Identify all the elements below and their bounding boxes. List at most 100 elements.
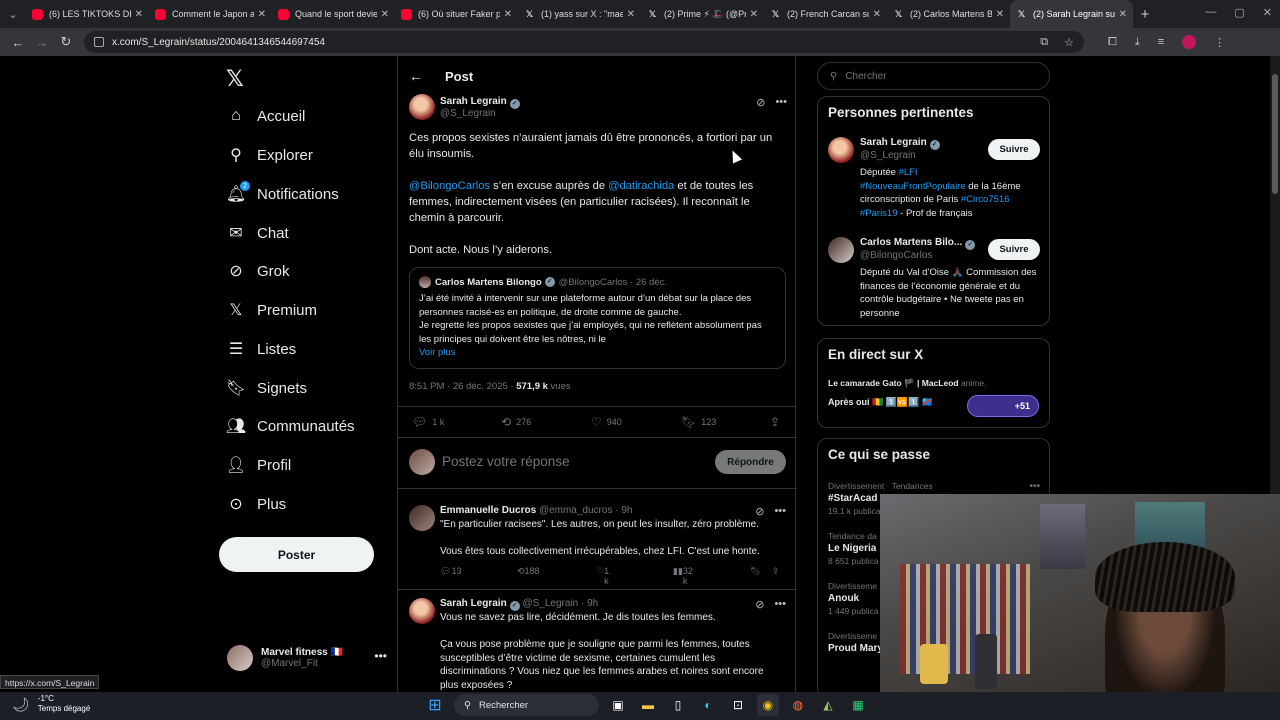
install-icon[interactable]: ⧉ [1040,36,1048,49]
repost-button[interactable]: ⟲ 188 [517,566,540,577]
reply-button[interactable]: 💬︎ 13 [440,566,461,577]
menu-icon[interactable]: ⋮ [1214,36,1225,49]
person-name[interactable]: Sarah Legrain [860,137,927,148]
hashtag-link[interactable]: #Paris19 [860,208,898,219]
media-icon[interactable]: ≡ [1158,36,1164,48]
edge-icon[interactable]: ◐ [697,694,719,716]
avatar[interactable] [409,505,435,531]
browser-tab[interactable]: 𝕏 (2) Carlos Martens Bi ✕ [887,0,1010,28]
repost-button[interactable]: ⟲ 276 [501,415,531,429]
store-icon[interactable]: ⊡ [727,694,749,716]
new-tab-button[interactable]: + [1133,6,1157,23]
nav-item-premium[interactable]: 𝕏 Premium [227,295,317,325]
bookmark-button[interactable]: 🔖︎ 123 [681,415,716,429]
avatar[interactable] [828,137,854,163]
reply-author-name[interactable]: Emmanuelle Ducros [440,505,536,516]
extensions-icon[interactable]: ⧠ [1108,36,1117,49]
person-suggestion[interactable]: Carlos Martens Bilo... ✓ @BilongoCarlos S… [828,237,1040,322]
star-icon[interactable]: ☆ [1064,36,1074,49]
hashtag-link[interactable]: #LFI [899,167,918,178]
hashtag-link[interactable]: #Circo7516 [961,194,1010,205]
live-card[interactable]: En direct sur X Le camarade Gato 🏴 | Mac… [817,338,1050,428]
file-explorer-icon[interactable]: ▬ [637,694,659,716]
close-window-icon[interactable]: ✕ [1263,6,1272,19]
nav-item-profil[interactable]: 👤︎ Profil [226,450,291,480]
search-input[interactable]: ⚲ Chercher [817,62,1050,90]
follow-button[interactable]: Suivre [988,139,1040,160]
more-icon[interactable]: ••• [374,649,387,663]
share-button[interactable]: ⇪ [770,415,785,429]
live-listeners-pill[interactable]: +51 [967,395,1039,417]
person-name[interactable]: Carlos Martens Bilo... [860,237,962,248]
hashtag-link[interactable]: #NouveauFrontPopulaire [860,181,966,192]
browser-tab[interactable]: Comment le Japon a ✕ [149,0,272,28]
reply-item[interactable]: Sarah Legrain ✓ @S_Legrain · 9h ⊘ ••• Vous… [398,590,797,692]
chrome-icon[interactable]: ◉ [757,694,779,716]
grok-icon[interactable]: ⊘ [755,598,764,611]
nav-item-explorer[interactable]: ⚲ Explorer [227,140,313,170]
site-info-icon[interactable] [94,37,104,47]
mention-link[interactable]: @datirachida [608,180,674,192]
reply-input[interactable]: Postez votre réponse [442,454,570,469]
grok-icon[interactable]: ⊘ [755,505,764,518]
author-name[interactable]: Sarah Legrain [440,96,507,107]
post-button[interactable]: Poster [219,537,374,572]
nav-item-listes[interactable]: ☰ Listes [227,334,296,364]
reply-author-name[interactable]: Sarah Legrain [440,598,507,609]
grok-icon[interactable]: ⊘ [756,96,765,109]
nav-item-notifications[interactable]: 🔔︎ 2 Notifications [226,179,339,209]
minimize-icon[interactable]: — [1205,6,1216,19]
more-icon[interactable]: ••• [1029,481,1040,492]
maximize-icon[interactable]: ▢ [1234,6,1244,19]
like-button[interactable]: ♡ 1 k [596,566,609,586]
views-button[interactable]: ▮▮ 32 k [673,566,693,586]
like-button[interactable]: ♡ 940 [591,415,622,429]
back-arrow-icon[interactable]: ← [409,68,429,84]
browser-tab[interactable]: 𝕏 (2) French Carcan sur ✕ [764,0,887,28]
nav-item-grok[interactable]: ⊘ Grok [227,256,289,286]
reload-icon[interactable]: ↻ [54,34,78,50]
nav-item-chat[interactable]: ✉ Chat [227,218,288,248]
browser-tab[interactable]: 𝕏 (2) Prime ⚡ 🎩 (@Pr ✕ [641,0,764,28]
quoted-post[interactable]: Carlos Martens Bilongo ✓ @BilongoCarlos … [409,267,786,369]
mention-link[interactable]: @BilongoCarlos [409,180,490,192]
back-arrow-icon[interactable]: ← [6,35,30,50]
weather-widget[interactable]: 🌙︎ -1°C Temps dégagé [12,694,90,714]
browser-tab[interactable]: Quand le sport devie ✕ [272,0,395,28]
download-icon[interactable]: ⤓ [1135,36,1140,49]
document-icon[interactable]: ▯ [667,694,689,716]
close-icon[interactable]: ✕ [996,9,1004,20]
post-time[interactable]: 8:51 PM · 26 déc. 2025 · [409,381,516,392]
browser-tab[interactable]: 𝕏 (1) yass sur X : "maev ✕ [518,0,641,28]
more-icon[interactable]: ••• [775,96,787,109]
close-icon[interactable]: ✕ [873,9,881,20]
avatar[interactable] [828,237,854,263]
taskbar-search[interactable]: ⚲ Rechercher [454,694,599,716]
follow-button[interactable]: Suivre [988,239,1040,260]
avatar[interactable] [409,94,435,120]
close-icon[interactable]: ✕ [750,9,758,20]
windows-start-icon[interactable]: ⊞ [424,694,446,716]
profile-avatar[interactable] [1182,35,1197,49]
close-icon[interactable]: ✕ [627,9,635,20]
task-view-icon[interactable]: ▣ [607,694,629,716]
nav-item-plus[interactable]: ⊙ Plus [227,489,286,519]
more-icon[interactable]: ••• [774,505,786,518]
forward-arrow-icon[interactable]: → [30,35,54,50]
browser-tab-active[interactable]: 𝕏 (2) Sarah Legrain sur ✕ [1010,0,1133,28]
nav-item-communautes[interactable]: 👥︎ Communautés [226,411,355,441]
address-bar[interactable]: x.com/S_Legrain/status/20046413465446974… [84,31,1084,53]
close-icon[interactable]: ✕ [1119,9,1127,20]
scrollbar-thumb[interactable] [1272,74,1278,194]
more-icon[interactable]: ••• [774,598,786,611]
x-logo-icon[interactable]: 𝕏 [226,66,244,92]
reply-item[interactable]: Emmanuelle Ducros @emma_ducros · 9h ⊘ •••… [398,497,797,590]
close-icon[interactable]: ✕ [504,9,512,20]
reply-button[interactable]: 💬︎ 1 k [412,415,444,429]
app-icon[interactable]: ▦ [847,694,869,716]
browser-tab[interactable]: (6) Où situer Faker pa ✕ [395,0,518,28]
avatar[interactable] [409,598,435,624]
nav-item-signets[interactable]: 🔖︎ Signets [226,373,307,403]
see-more-link[interactable]: Voir plus [419,346,776,360]
app-icon[interactable]: ◭ [817,694,839,716]
